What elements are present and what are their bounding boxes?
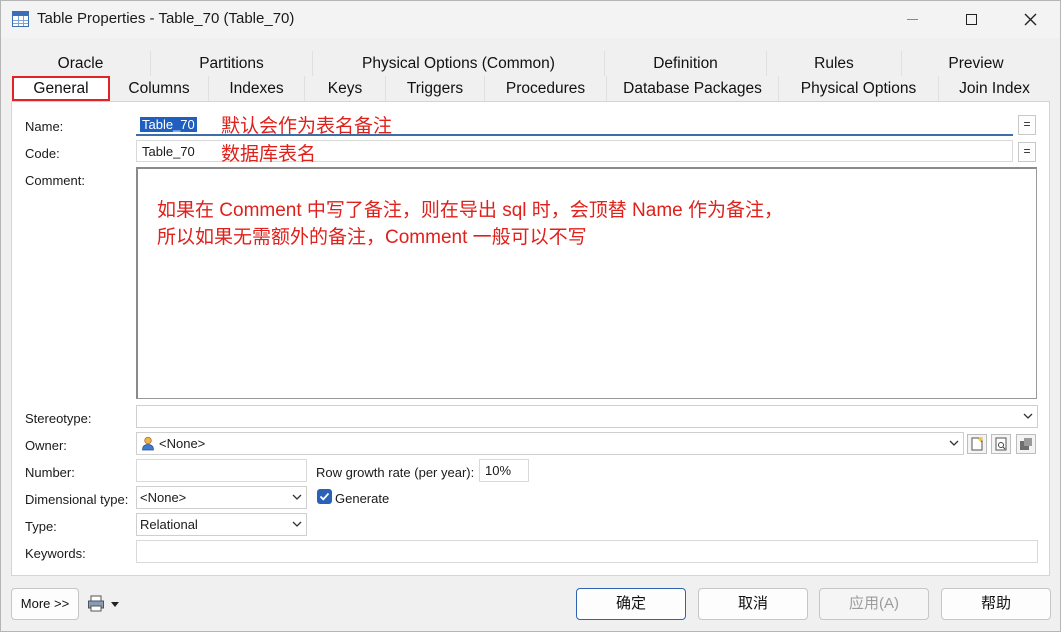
code-annotation: 数据库表名 [221, 144, 317, 165]
code-value: Table_70 [142, 144, 195, 159]
tab-definition[interactable]: Definition [605, 51, 767, 76]
tab-keys[interactable]: Keys [305, 76, 386, 101]
tab-columns[interactable]: Columns [110, 76, 209, 101]
user-icon [142, 436, 154, 451]
owner-label: Owner: [25, 438, 67, 453]
tab-general[interactable]: General [12, 76, 110, 101]
close-button[interactable] [1007, 1, 1053, 38]
type-label: Type: [25, 519, 57, 534]
number-field[interactable] [136, 459, 307, 482]
tab-physical-options[interactable]: Physical Options [779, 76, 939, 101]
minimize-button[interactable] [889, 1, 935, 38]
name-label: Name: [25, 119, 64, 134]
maximize-button[interactable] [948, 1, 994, 38]
row-growth-field[interactable]: 10% [479, 459, 529, 482]
close-icon [1024, 13, 1036, 26]
comment-annotation-line1: 如果在 Comment 中写了备注，则在导出 sql 时，会顶替 Name 作为… [157, 200, 783, 221]
code-label: Code: [25, 146, 60, 161]
print-icon [88, 595, 104, 612]
stereotype-combobox[interactable] [136, 405, 1038, 428]
dimensional-type-select[interactable]: <None> [136, 486, 307, 509]
chevron-down-icon [292, 519, 302, 528]
keywords-label: Keywords: [25, 546, 86, 561]
table-properties-dialog: Table Properties - Table_70 (Table_70) O… [0, 0, 1061, 632]
cancel-button[interactable]: 取消 [698, 588, 808, 620]
new-object-icon [971, 437, 983, 451]
window-title: Table Properties - Table_70 (Table_70) [37, 10, 295, 27]
stereotype-label: Stereotype: [25, 411, 92, 426]
tab-join-index[interactable]: Join Index [939, 76, 1050, 101]
chevron-down-icon [1023, 411, 1033, 420]
type-value: Relational [140, 517, 198, 532]
apply-button[interactable]: 应用(A) [819, 588, 929, 620]
select-icon [1020, 438, 1032, 450]
generate-checkbox[interactable] [317, 489, 332, 504]
dimensional-type-value: <None> [140, 490, 187, 505]
table-icon [12, 11, 29, 27]
print-menu-button[interactable] [87, 595, 123, 615]
properties-icon [995, 437, 1007, 451]
number-label: Number: [25, 465, 75, 480]
owner-value: <None> [159, 436, 206, 451]
comment-annotation-line2: 所以如果无需额外的备注，Comment 一般可以不写 [157, 227, 587, 248]
select-owner-button[interactable] [1016, 434, 1036, 454]
type-select[interactable]: Relational [136, 513, 307, 536]
checkmark-icon [319, 492, 330, 501]
owner-properties-button[interactable] [991, 434, 1011, 454]
row-growth-value: 10% [485, 463, 512, 478]
tab-oracle[interactable]: Oracle [11, 51, 151, 76]
row-growth-label: Row growth rate (per year): [316, 465, 475, 480]
maximize-icon [965, 14, 977, 25]
code-name-sync-button[interactable]: = [1018, 142, 1036, 162]
tab-physical-options-common[interactable]: Physical Options (Common) [313, 51, 605, 76]
tab-preview[interactable]: Preview [902, 51, 1050, 76]
name-value: Table_70 [140, 117, 197, 132]
new-owner-button[interactable] [967, 434, 987, 454]
chevron-down-icon [949, 438, 959, 447]
tab-procedures[interactable]: Procedures [485, 76, 607, 101]
tab-rules[interactable]: Rules [767, 51, 902, 76]
help-button[interactable]: 帮助 [941, 588, 1051, 620]
more-button[interactable]: More >> [11, 588, 79, 620]
tab-triggers[interactable]: Triggers [386, 76, 485, 101]
generate-label: Generate [335, 491, 390, 506]
comment-label: Comment: [25, 173, 85, 188]
minimize-icon [906, 19, 918, 20]
ok-button[interactable]: 确定 [576, 588, 686, 620]
chevron-down-icon [292, 492, 302, 501]
tab-indexes[interactable]: Indexes [209, 76, 305, 101]
tab-partitions[interactable]: Partitions [151, 51, 313, 76]
title-bar: Table Properties - Table_70 (Table_70) [1, 1, 1060, 38]
tab-database-packages[interactable]: Database Packages [607, 76, 779, 101]
keywords-field[interactable] [136, 540, 1038, 563]
dropdown-arrow-icon [111, 602, 119, 607]
name-annotation: 默认会作为表名备注 [221, 116, 393, 137]
dimensional-type-label: Dimensional type: [25, 492, 129, 507]
owner-combobox[interactable]: <None> [136, 432, 964, 455]
name-code-sync-button[interactable]: = [1018, 115, 1036, 135]
